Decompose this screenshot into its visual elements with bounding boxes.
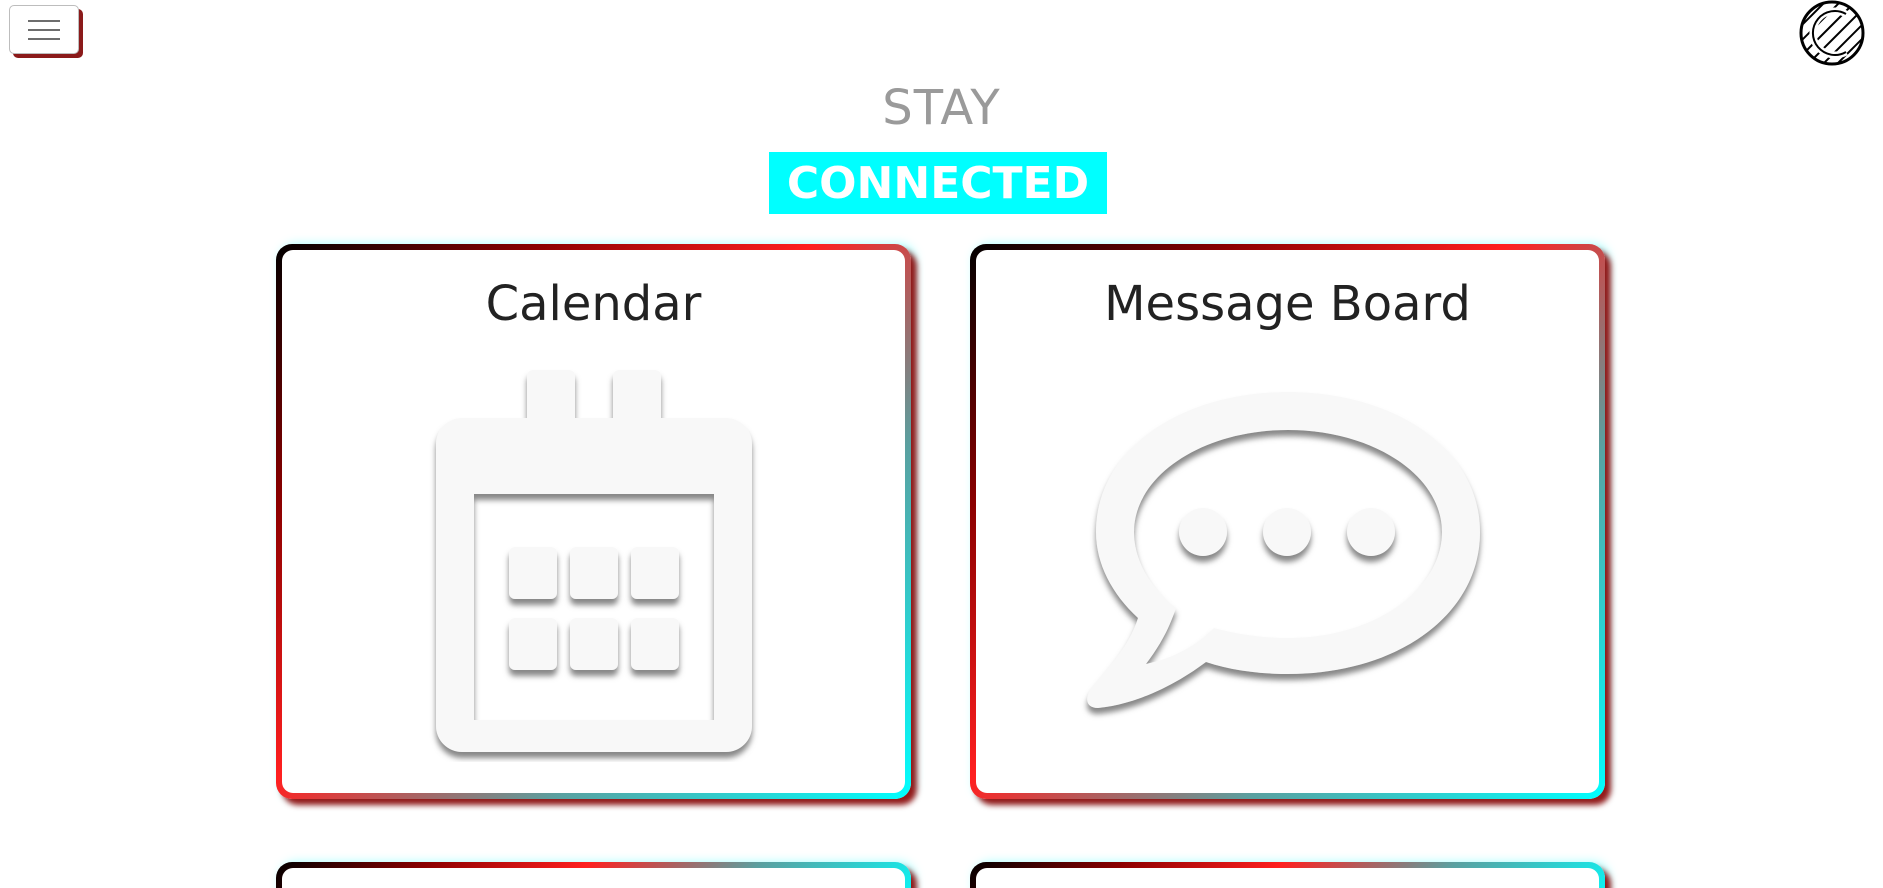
message-board-card-title: Message Board xyxy=(1104,276,1471,332)
header-stay: STAY xyxy=(882,80,1001,136)
menu-bar xyxy=(28,37,60,40)
lower-left-card-body xyxy=(282,868,905,888)
header-connected: CONNECTED xyxy=(786,157,1090,209)
lower-right-card[interactable] xyxy=(970,862,1605,888)
striped-circle-logo[interactable] xyxy=(1797,0,1867,66)
calendar-card-title: Calendar xyxy=(485,276,702,332)
lower-right-card-body xyxy=(976,868,1599,888)
menu-bar xyxy=(28,19,60,22)
calendar-card-body: Calendar xyxy=(282,250,905,793)
message-board-card[interactable]: Message Board xyxy=(970,244,1605,799)
speech-bubble-icon xyxy=(1086,392,1480,708)
calendar-icon xyxy=(435,370,752,752)
header-connected-badge: CONNECTED xyxy=(769,152,1107,214)
calendar-card[interactable]: Calendar xyxy=(276,244,911,799)
message-board-card-body: Message Board xyxy=(976,250,1599,793)
page: STAY CONNECTED Calendar Message Board xyxy=(0,0,1883,888)
menu-bar xyxy=(28,28,60,31)
hamburger-menu-button[interactable] xyxy=(9,5,79,54)
lower-left-card[interactable] xyxy=(276,862,911,888)
